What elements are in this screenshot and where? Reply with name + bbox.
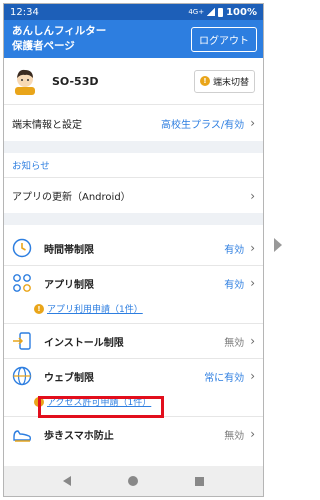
app-grid-icon — [12, 273, 32, 293]
install-icon — [12, 331, 32, 351]
network-label: 4G+ — [188, 8, 205, 16]
device-settings-row[interactable]: 端末情報と設定 高校生プラス/有効 › — [4, 104, 263, 141]
chevron-right-icon: › — [250, 334, 255, 348]
app-limit-row[interactable]: アプリ制限 有効 › — [4, 266, 263, 300]
app-limit-value: 有効 — [224, 279, 245, 291]
warning-icon: ! — [199, 76, 210, 86]
notice-item-label: アプリの更新（Android） — [12, 192, 131, 203]
battery-icon — [218, 7, 224, 17]
walk-phone-label: 歩きスマホ防止 — [44, 430, 114, 442]
avatar-icon — [12, 67, 38, 95]
device-settings-value: 高校生プラス/有効 — [161, 119, 245, 131]
notice-item[interactable]: アプリの更新（Android） › — [4, 177, 263, 213]
app-request-row: ! アプリ利用申請（1件） — [4, 300, 263, 317]
install-limit-label: インストール制限 — [44, 337, 124, 349]
battery-level: 100% — [226, 6, 257, 18]
app-title: あんしんフィルター 保護者ページ — [12, 24, 106, 54]
walk-phone-value: 無効 — [224, 430, 245, 442]
chevron-right-icon: › — [250, 369, 255, 383]
app-title-line1: あんしんフィルター — [12, 25, 107, 37]
app-request-link[interactable]: アプリ利用申請（1件） — [47, 302, 143, 315]
clock-icon — [12, 238, 32, 258]
time-limit-value: 有効 — [224, 244, 245, 256]
home-icon[interactable] — [127, 476, 138, 486]
section-gap — [4, 141, 263, 153]
chevron-right-icon: › — [250, 116, 255, 130]
time-limit-row[interactable]: 時間帯制限 有効 › — [4, 231, 263, 265]
section-gap — [4, 213, 263, 225]
notice-header: お知らせ — [12, 161, 50, 172]
status-bar: 12:34 4G+ 100% — [4, 4, 263, 20]
phone-screen: 12:34 4G+ 100% あんしんフィルター 保護者ページ ログアウト SO… — [3, 3, 264, 497]
chevron-right-icon: › — [250, 241, 255, 255]
chevron-right-icon: › — [250, 427, 255, 441]
walk-phone-row[interactable]: 歩きスマホ防止 無効 › — [4, 417, 263, 451]
install-limit-value: 無効 — [224, 337, 245, 349]
device-switch-label: 端末切替 — [212, 77, 249, 88]
app-limit-label: アプリ制限 — [44, 279, 94, 291]
signal-icon — [207, 8, 216, 16]
device-header: SO-53D ! 端末切替 — [4, 58, 263, 104]
recents-icon[interactable] — [195, 476, 205, 486]
device-settings-label: 端末情報と設定 — [12, 119, 82, 131]
warning-icon: ! — [34, 303, 44, 314]
web-limit-value: 常に有効 — [204, 372, 245, 384]
status-indicators: 4G+ 100% — [188, 7, 257, 18]
time-limit-label: 時間帯制限 — [44, 244, 94, 256]
web-limit-row[interactable]: ウェブ制限 常に有効 › — [4, 359, 263, 393]
install-limit-row[interactable]: インストール制限 無効 › — [4, 324, 263, 358]
app-title-line2: 保護者ページ — [12, 40, 75, 52]
shoe-icon — [12, 424, 32, 444]
app-bar: あんしんフィルター 保護者ページ ログアウト — [4, 20, 263, 58]
chevron-right-icon: › — [250, 276, 255, 290]
chevron-right-icon: › — [250, 188, 255, 203]
highlight-box — [38, 396, 164, 418]
device-switch-button[interactable]: ! 端末切替 — [193, 69, 255, 93]
device-name: SO-53D — [52, 74, 99, 88]
back-icon[interactable] — [62, 476, 71, 486]
logout-button[interactable]: ログアウト — [191, 26, 257, 52]
android-nav-bar — [4, 466, 263, 496]
web-limit-label: ウェブ制限 — [44, 372, 94, 384]
globe-icon — [12, 366, 32, 386]
next-step-arrow-icon — [274, 238, 282, 252]
status-time: 12:34 — [10, 6, 39, 18]
